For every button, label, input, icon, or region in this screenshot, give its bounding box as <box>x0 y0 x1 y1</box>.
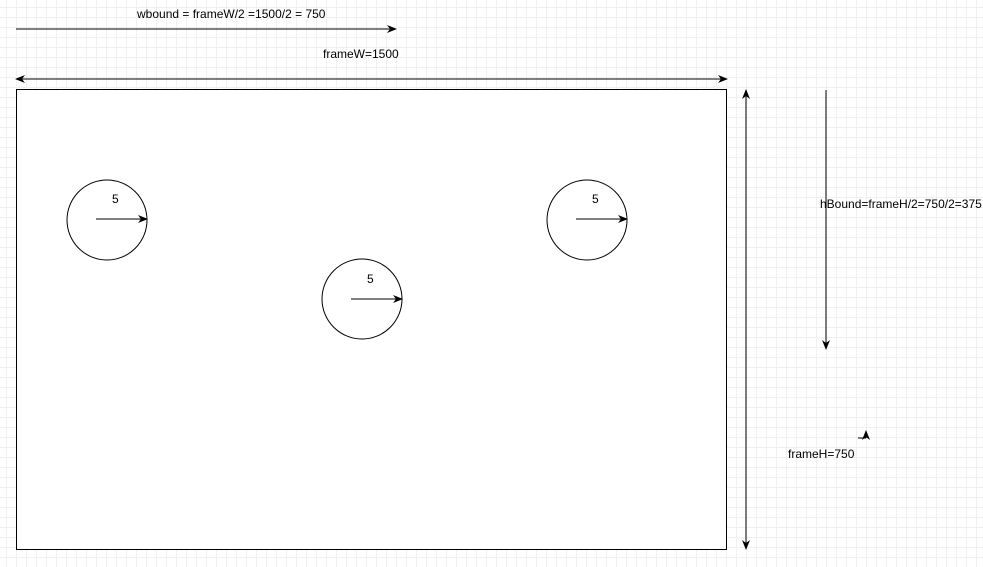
hbound-label: hBound=frameH/2=750/2=375 <box>820 197 982 211</box>
diagram-canvas: wbound = frameW/2 =1500/2 = 750 frameW=1… <box>0 0 983 567</box>
diagram-svg: wbound = frameW/2 =1500/2 = 750 frameW=1… <box>15 7 982 550</box>
wbound-label: wbound = frameW/2 =1500/2 = 750 <box>136 7 326 21</box>
circle-right-radius-label: 5 <box>592 192 599 206</box>
frame-width-label: frameW=1500 <box>323 47 399 61</box>
circle-right <box>546 179 628 261</box>
frame-height-label: frameH=750 <box>788 447 855 461</box>
circle-middle-radius-label: 5 <box>367 272 374 286</box>
circle-left <box>66 179 148 261</box>
circle-left-radius-label: 5 <box>112 192 119 206</box>
